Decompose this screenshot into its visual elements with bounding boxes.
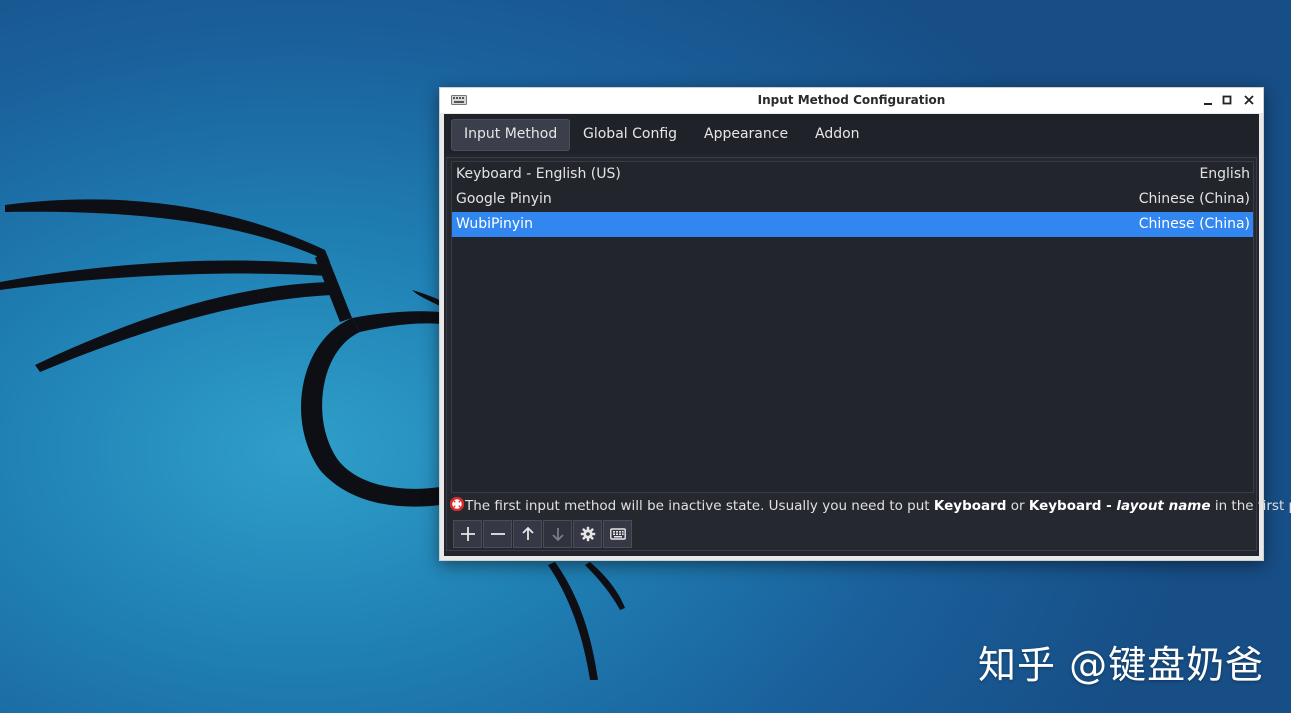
input-method-list[interactable]: Keyboard - English (US) English Google P… xyxy=(451,161,1254,493)
gear-icon xyxy=(580,526,595,542)
keyboard-icon xyxy=(609,528,626,540)
plus-icon xyxy=(460,527,475,541)
input-method-name: Keyboard - English (US) xyxy=(456,166,621,182)
notice-keyword: Keyboard xyxy=(933,498,1007,514)
window-content: Input Method Global Config Appearance Ad… xyxy=(444,114,1291,556)
configure-button[interactable] xyxy=(573,520,602,548)
arrow-down-icon xyxy=(551,528,564,542)
notice-keyword: Keyboard - xyxy=(1028,498,1117,514)
desktop: 知乎 @键盘奶爸 Input Method Configuration Inpu xyxy=(0,0,1291,713)
warning-icon xyxy=(450,497,464,511)
minus-icon xyxy=(490,533,505,535)
list-item-selected[interactable]: WubiPinyin Chinese (China) xyxy=(452,212,1253,237)
input-method-language: English xyxy=(1199,166,1250,182)
input-method-language: Chinese (China) xyxy=(1138,216,1250,232)
tab-global-config[interactable]: Global Config xyxy=(571,119,689,149)
remove-input-method-button[interactable] xyxy=(483,520,512,548)
move-down-button[interactable] xyxy=(543,520,572,548)
list-item[interactable]: Google Pinyin Chinese (China) xyxy=(452,187,1253,212)
tab-addon[interactable]: Addon xyxy=(803,119,872,149)
tab-bar: Input Method Global Config Appearance Ad… xyxy=(444,114,1259,154)
arrow-up-icon xyxy=(521,526,534,540)
keyboard-layout-button[interactable] xyxy=(603,520,632,548)
maximize-icon[interactable] xyxy=(1220,93,1234,107)
notice-text: in the first place. xyxy=(1214,498,1291,514)
close-icon[interactable] xyxy=(1242,93,1256,107)
tab-appearance[interactable]: Appearance xyxy=(692,119,800,149)
notice-text: or xyxy=(1006,498,1029,514)
watermark-text: 知乎 @键盘奶爸 xyxy=(978,643,1265,687)
input-method-name: Google Pinyin xyxy=(456,191,552,207)
window-titlebar[interactable]: Input Method Configuration xyxy=(440,88,1263,113)
window-title: Input Method Configuration xyxy=(757,93,946,107)
minimize-icon[interactable] xyxy=(1201,93,1215,107)
first-method-notice: The first input method will be inactive … xyxy=(450,496,1291,516)
move-up-button[interactable] xyxy=(513,520,542,548)
tab-input-method[interactable]: Input Method xyxy=(451,119,571,151)
input-method-toolbar xyxy=(453,520,633,548)
input-method-language: Chinese (China) xyxy=(1138,191,1250,207)
input-method-name: WubiPinyin xyxy=(456,216,533,232)
list-item[interactable]: Keyboard - English (US) English xyxy=(452,162,1253,187)
input-method-panel: Keyboard - English (US) English Google P… xyxy=(446,157,1291,551)
input-method-config-window: Input Method Configuration Input Method … xyxy=(439,87,1291,561)
notice-layout-name: layout name xyxy=(1116,498,1211,514)
add-input-method-button[interactable] xyxy=(453,520,482,548)
notice-text: The first input method will be inactive … xyxy=(465,498,934,514)
